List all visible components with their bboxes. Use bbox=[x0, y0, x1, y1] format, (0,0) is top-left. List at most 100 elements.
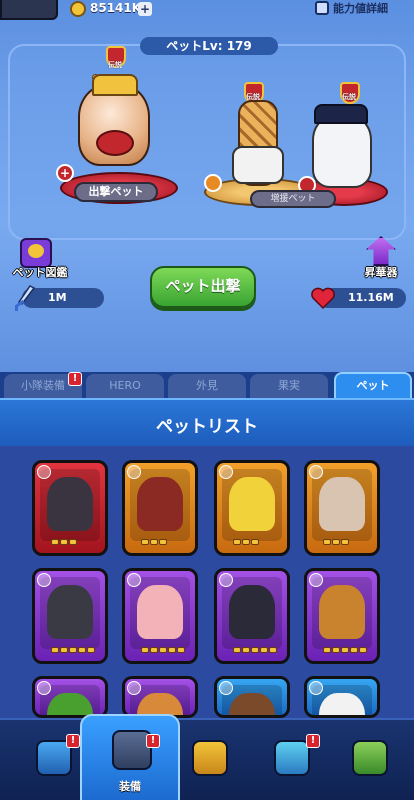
add-coins-button[interactable]: + bbox=[138, 2, 152, 16]
nav-battery[interactable] bbox=[340, 730, 400, 794]
ascension-button[interactable]: 昇華器 bbox=[354, 236, 408, 282]
star-icon bbox=[177, 647, 185, 653]
tab-label: 果実 bbox=[278, 379, 300, 392]
tab-label: 小隊装備 bbox=[21, 379, 65, 392]
star-icon bbox=[242, 647, 250, 653]
star-icon bbox=[233, 539, 241, 545]
pet-card[interactable] bbox=[214, 460, 290, 556]
alert-icon: ! bbox=[306, 734, 320, 748]
pet-card[interactable] bbox=[32, 568, 108, 664]
pet-type-icon bbox=[309, 681, 323, 695]
pet-type-icon bbox=[37, 573, 51, 587]
ability-details-button[interactable]: 能力値詳細 bbox=[315, 0, 388, 16]
tab-label: HERO bbox=[109, 379, 141, 392]
pet-dex-button[interactable]: ペット図鑑 bbox=[6, 238, 74, 282]
pet-card[interactable] bbox=[122, 568, 198, 664]
hp-value: 11.16M bbox=[348, 291, 394, 304]
coin-amount: 85141K bbox=[90, 1, 142, 15]
star-icon bbox=[141, 647, 149, 653]
pet-character bbox=[137, 585, 183, 639]
star-icon bbox=[323, 539, 331, 545]
pet-card[interactable] bbox=[214, 676, 290, 718]
pet-type-icon bbox=[219, 465, 233, 479]
pet-character bbox=[319, 585, 365, 639]
pet-type-icon bbox=[37, 465, 51, 479]
coin-icon bbox=[70, 1, 86, 17]
tab-pet[interactable]: ペット bbox=[334, 372, 412, 398]
support-pet-2-badge-label: 伝説 bbox=[342, 93, 356, 101]
star-icon bbox=[87, 647, 95, 653]
pet-card[interactable] bbox=[32, 460, 108, 556]
pet-card-stars bbox=[233, 647, 277, 653]
pet-character bbox=[137, 477, 183, 531]
star-icon bbox=[251, 647, 259, 653]
star-icon bbox=[150, 647, 158, 653]
alert-icon: ! bbox=[68, 372, 82, 386]
star-icon bbox=[69, 647, 77, 653]
pet-character bbox=[229, 477, 275, 531]
pet-card[interactable] bbox=[122, 676, 198, 718]
main-pet-label: 出撃ペット bbox=[74, 182, 158, 202]
star-icon bbox=[78, 647, 86, 653]
pet-card[interactable] bbox=[304, 460, 380, 556]
wrench-icon[interactable] bbox=[204, 174, 222, 192]
star-icon bbox=[141, 539, 149, 545]
up-arrow-icon bbox=[366, 236, 396, 266]
star-icon bbox=[159, 539, 167, 545]
pet-card-stars bbox=[233, 539, 259, 545]
star-icon bbox=[51, 647, 59, 653]
pet-character bbox=[47, 585, 93, 639]
nav-equipment[interactable]: 装備 bbox=[80, 714, 180, 800]
tab-label: ペット bbox=[356, 379, 390, 392]
pet-type-icon bbox=[309, 465, 323, 479]
pet-type-icon bbox=[127, 465, 141, 479]
star-icon bbox=[69, 539, 77, 545]
ascension-label: 昇華器 bbox=[364, 266, 398, 279]
pet-card-stars bbox=[141, 647, 185, 653]
magnifier-icon bbox=[315, 1, 329, 15]
pet-stage-area: 85141K + 能力値詳細 ペットLv: 179 伝説 + 出撃ペット 伝説 … bbox=[0, 0, 414, 372]
alert-icon: ! bbox=[146, 734, 160, 748]
nav-equipment-label: 装備 bbox=[119, 780, 141, 793]
tab-fruit[interactable]: 果実 bbox=[250, 374, 328, 398]
pet-card[interactable] bbox=[304, 568, 380, 664]
star-icon bbox=[341, 539, 349, 545]
paw-icon bbox=[28, 244, 44, 258]
pet-card-stars bbox=[141, 539, 167, 545]
equipment-tabs: 小隊装備 ! HERO 外見 果実 ペット bbox=[0, 372, 414, 398]
star-icon bbox=[168, 647, 176, 653]
pet-card[interactable] bbox=[122, 460, 198, 556]
pet-card[interactable] bbox=[214, 568, 290, 664]
player-avatar[interactable] bbox=[0, 0, 58, 20]
pet-character bbox=[319, 477, 365, 531]
sword-icon bbox=[15, 285, 36, 311]
pet-card[interactable] bbox=[304, 676, 380, 718]
pet-dex-label: ペット図鑑 bbox=[12, 266, 68, 279]
heart-icon bbox=[311, 287, 335, 310]
star-icon bbox=[260, 647, 268, 653]
pet-type-icon bbox=[309, 573, 323, 587]
star-icon bbox=[269, 647, 277, 653]
nav-fist[interactable] bbox=[180, 730, 240, 794]
pet-card-stars bbox=[323, 539, 349, 545]
ability-details-label: 能力値詳細 bbox=[333, 2, 388, 15]
star-icon bbox=[60, 539, 68, 545]
pet-character bbox=[229, 585, 275, 639]
star-icon bbox=[159, 647, 167, 653]
battery-icon bbox=[352, 740, 388, 776]
pet-type-icon bbox=[37, 681, 51, 695]
lion-chest bbox=[96, 130, 134, 156]
pet-character bbox=[319, 693, 365, 715]
tab-hero[interactable]: HERO bbox=[86, 374, 164, 398]
pet-type-icon bbox=[219, 573, 233, 587]
pet-type-icon bbox=[127, 681, 141, 695]
pet-card-stars bbox=[51, 647, 95, 653]
pet-type-icon bbox=[219, 681, 233, 695]
star-icon bbox=[242, 539, 250, 545]
pet-deploy-button[interactable]: ペット出撃 bbox=[150, 266, 256, 308]
star-icon bbox=[323, 647, 331, 653]
plus-circle-icon[interactable]: + bbox=[56, 164, 74, 182]
star-icon bbox=[341, 647, 349, 653]
pet-card[interactable] bbox=[32, 676, 108, 718]
tab-appearance[interactable]: 外見 bbox=[168, 374, 246, 398]
